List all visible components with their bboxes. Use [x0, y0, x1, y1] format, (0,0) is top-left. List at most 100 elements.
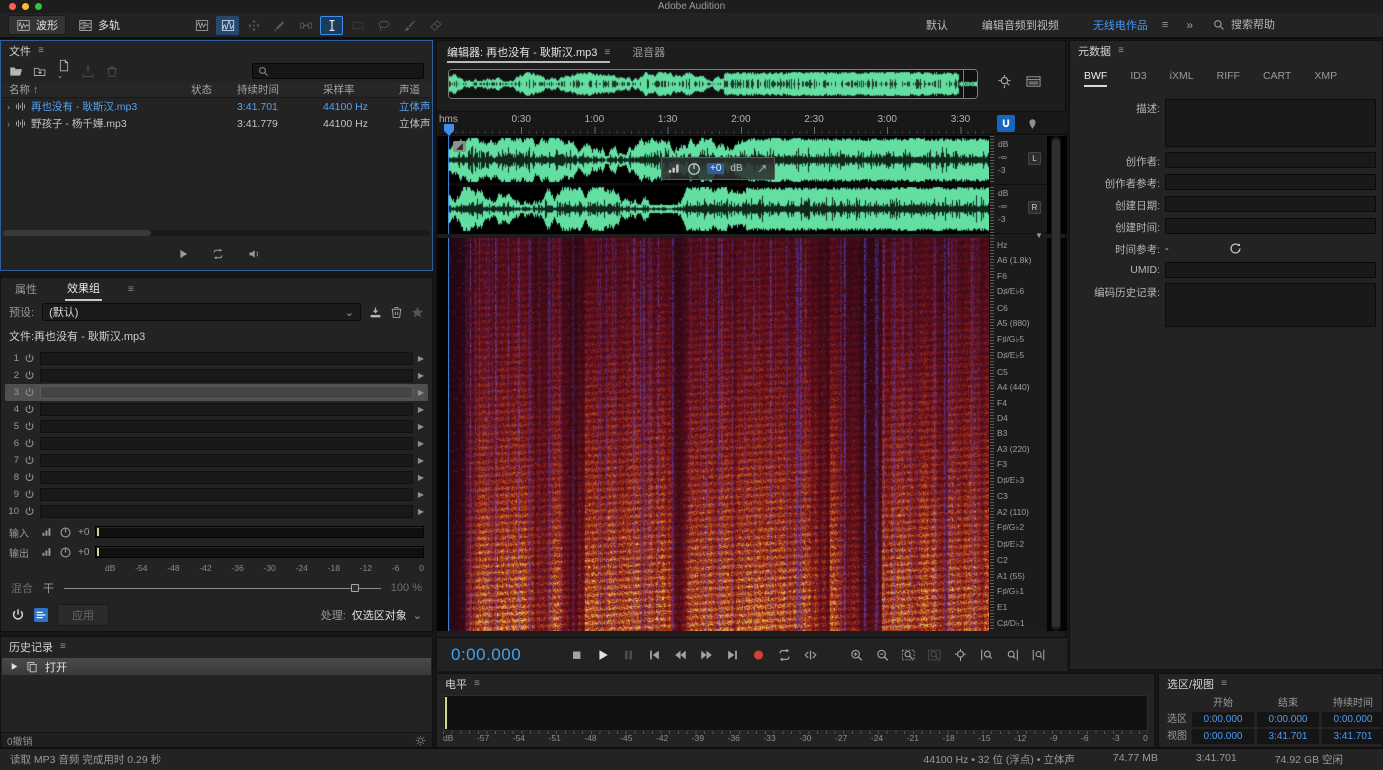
metadata-tab-BWF[interactable]: BWF: [1084, 70, 1108, 87]
open-file-icon[interactable]: [9, 65, 23, 78]
help-search-input[interactable]: [1231, 19, 1341, 31]
workspace-无线电作品[interactable]: 无线电作品: [1093, 17, 1148, 33]
spectral-view-icon[interactable]: [216, 15, 239, 35]
effect-slot-3[interactable]: 3 ▶: [5, 384, 428, 401]
multitrack-view-button[interactable]: 多轨: [70, 15, 128, 35]
overview-waveform[interactable]: [449, 70, 977, 98]
maximize-button[interactable]: [35, 3, 42, 10]
waveform-canvas[interactable]: [448, 136, 989, 234]
process-value[interactable]: 仅选区对象: [352, 607, 407, 623]
metadata-field-input[interactable]: [1165, 174, 1376, 190]
record-button[interactable]: [745, 644, 771, 665]
workspace-overflow-icon[interactable]: »: [1186, 18, 1193, 32]
zoom-to-selection-button[interactable]: [895, 644, 921, 665]
selection-value[interactable]: 0:00.000: [1322, 712, 1383, 727]
fast-forward-button[interactable]: [693, 644, 719, 665]
effect-slot-well[interactable]: [40, 488, 413, 501]
effect-slot-well[interactable]: [40, 471, 413, 484]
zoom-out-full-button[interactable]: [1025, 644, 1051, 665]
selection-value[interactable]: 0:00.000: [1257, 712, 1319, 727]
volume-hud[interactable]: +0 dB: [661, 157, 775, 180]
metadata-panel-menu-icon[interactable]: ≡: [1118, 45, 1124, 56]
metadata-tab-XMP[interactable]: XMP: [1314, 70, 1337, 87]
favorite-star-icon[interactable]: [411, 306, 424, 319]
metadata-field-input[interactable]: [1165, 152, 1376, 168]
display-settings-icon[interactable]: [1026, 74, 1041, 89]
tab-effects-rack[interactable]: 效果组: [65, 277, 102, 301]
tab-mixer[interactable]: 混音器: [632, 44, 665, 60]
power-icon[interactable]: [24, 387, 35, 398]
effect-slot-2[interactable]: 2 ▶: [5, 367, 428, 384]
knob-icon[interactable]: [59, 526, 72, 539]
playhead-time-display[interactable]: 0:00.000: [451, 645, 563, 665]
selection-value[interactable]: 3:41.701: [1322, 729, 1383, 744]
selection-value[interactable]: 0:00.000: [1192, 712, 1254, 727]
knob-icon[interactable]: [59, 546, 72, 559]
apply-button[interactable]: 应用: [57, 604, 109, 626]
effect-slot-6[interactable]: 6 ▶: [5, 435, 428, 452]
zoom-in-at-out-point-button[interactable]: [999, 644, 1025, 665]
slot-arrow-icon[interactable]: ▶: [418, 405, 426, 414]
slot-arrow-icon[interactable]: ▶: [418, 354, 426, 363]
effect-slot-8[interactable]: 8 ▶: [5, 469, 428, 486]
delete-file-icon[interactable]: [105, 65, 119, 78]
metadata-field-input[interactable]: [1165, 196, 1376, 212]
selection-value[interactable]: 0:00.000: [1192, 729, 1254, 744]
help-search[interactable]: [1207, 16, 1375, 34]
move-tool-icon[interactable]: [242, 16, 265, 35]
metadata-tab-RIFF[interactable]: RIFF: [1217, 70, 1240, 87]
reset-icon[interactable]: [1229, 242, 1242, 255]
column-header-状态[interactable]: 状态: [185, 82, 231, 97]
effect-slot-well[interactable]: [40, 454, 413, 467]
effect-slot-well[interactable]: [40, 437, 413, 450]
save-preset-icon[interactable]: [369, 306, 382, 319]
effect-slot-1[interactable]: 1 ▶: [5, 350, 428, 367]
gear-icon[interactable]: [415, 735, 426, 746]
metadata-field-input[interactable]: [1165, 99, 1376, 147]
snap-magnet-icon[interactable]: [997, 115, 1015, 132]
zoom-selection-button[interactable]: [921, 644, 947, 665]
preset-dropdown[interactable]: (默认) ⌄: [42, 303, 361, 321]
levels-panel-menu-icon[interactable]: ≡: [474, 678, 480, 689]
slot-arrow-icon[interactable]: ▶: [418, 422, 426, 431]
zoom-out-time-button[interactable]: [869, 644, 895, 665]
history-panel-menu-icon[interactable]: ≡: [60, 641, 66, 652]
skip-selection-button[interactable]: [797, 644, 823, 665]
effect-slot-7[interactable]: 7 ▶: [5, 452, 428, 469]
close-button[interactable]: [9, 3, 16, 10]
workspace-编辑音频到视频[interactable]: 编辑音频到视频: [982, 17, 1059, 33]
files-search[interactable]: [252, 63, 424, 79]
effect-slot-well[interactable]: [40, 505, 413, 518]
power-icon[interactable]: [24, 353, 35, 364]
skip-to-next-button[interactable]: [719, 644, 745, 665]
zoom-full-button[interactable]: [947, 644, 973, 665]
auto-play-speaker-icon[interactable]: [247, 248, 261, 260]
selection-value[interactable]: 3:41.701: [1257, 729, 1319, 744]
waveform-view-icon[interactable]: [190, 16, 213, 35]
expand-chevron-icon[interactable]: ›: [7, 102, 10, 112]
loop-playback-button[interactable]: [771, 644, 797, 665]
marker-icon[interactable]: [1023, 115, 1041, 132]
slot-arrow-icon[interactable]: ▶: [418, 388, 426, 397]
column-header-持续时间[interactable]: 持续时间: [231, 82, 317, 97]
metadata-field-input[interactable]: [1165, 283, 1376, 327]
razor-tool-icon[interactable]: [268, 16, 291, 35]
power-icon[interactable]: [24, 506, 35, 517]
effect-slot-well[interactable]: [40, 403, 413, 416]
spot-healing-brush-tool-icon[interactable]: [424, 16, 447, 35]
slot-arrow-icon[interactable]: ▶: [418, 490, 426, 499]
waveform-view-button[interactable]: 波形: [8, 15, 66, 35]
waveform-display[interactable]: +0 dB: [437, 136, 1067, 234]
effect-slot-9[interactable]: 9 ▶: [5, 486, 428, 503]
left-channel-button[interactable]: L: [1028, 152, 1041, 165]
scrollbar-thumb[interactable]: [1052, 139, 1060, 628]
play-button[interactable]: [589, 644, 615, 665]
timeline-ruler[interactable]: hms 0:301:001:302:002:303:003:30: [437, 111, 1067, 136]
effect-slot-well[interactable]: [40, 420, 413, 433]
slot-arrow-icon[interactable]: ▶: [418, 371, 426, 380]
metadata-field-input[interactable]: [1165, 218, 1376, 234]
pin-icon[interactable]: [757, 163, 768, 174]
loop-preview-button[interactable]: [211, 248, 225, 260]
workspace-默认[interactable]: 默认: [926, 17, 948, 33]
effect-slot-5[interactable]: 5 ▶: [5, 418, 428, 435]
